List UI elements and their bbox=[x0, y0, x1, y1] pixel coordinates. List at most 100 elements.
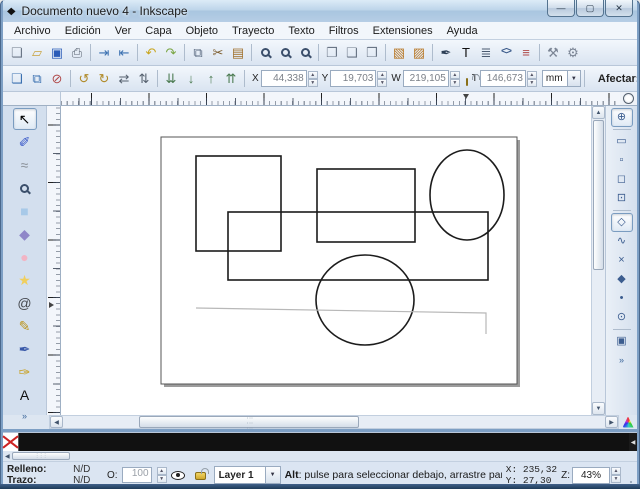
horizontal-scrollbar[interactable]: ◀ ▶ bbox=[49, 415, 619, 429]
zoom-drawing-icon[interactable] bbox=[275, 42, 295, 63]
paste-icon[interactable]: ▤ bbox=[228, 42, 248, 63]
menu-ver[interactable]: Ver bbox=[108, 24, 139, 38]
sticky-zoom-button[interactable] bbox=[620, 92, 637, 106]
vertical-scroll-thumb[interactable] bbox=[593, 120, 604, 270]
snap-bbox-icon[interactable]: ▭ bbox=[611, 132, 633, 151]
snap-cusp-nodes-icon[interactable]: ◆ bbox=[611, 270, 633, 289]
close-button[interactable]: ✕ bbox=[605, 0, 633, 17]
text-dialog-icon[interactable]: T bbox=[456, 42, 476, 63]
unlink-clone-icon[interactable]: ❒ bbox=[362, 42, 382, 63]
scroll-up-icon[interactable]: ▲ bbox=[592, 106, 605, 119]
x-input[interactable] bbox=[261, 70, 307, 87]
cms-toggle-icon[interactable] bbox=[623, 417, 634, 428]
xml-editor-icon[interactable]: <> bbox=[496, 42, 516, 63]
palette-scrollbar[interactable]: ◀ ⋮⋮⋮ bbox=[3, 451, 637, 461]
vertical-scrollbar[interactable]: ▲ ▼ bbox=[591, 106, 605, 415]
pencil-tool[interactable]: ✎ bbox=[13, 315, 37, 337]
palette-scroll-arrow-icon[interactable]: ◀ bbox=[629, 433, 637, 451]
layer-dropdown[interactable]: Layer 1 ▼ bbox=[214, 466, 281, 484]
canvas[interactable] bbox=[61, 106, 591, 415]
export-icon[interactable]: ⇤ bbox=[114, 42, 134, 63]
text-tool[interactable]: A bbox=[13, 384, 37, 406]
horizontal-ruler[interactable] bbox=[61, 92, 620, 106]
snap-midpoints-icon[interactable]: • bbox=[611, 289, 633, 308]
flip-horizontal-icon[interactable]: ⇄ bbox=[114, 68, 134, 89]
menu-ayuda[interactable]: Ayuda bbox=[440, 24, 485, 38]
layer-lock-icon[interactable] bbox=[195, 472, 206, 480]
zoom-selection-icon[interactable] bbox=[255, 42, 275, 63]
snap-bbox-centers-icon[interactable]: ⊡ bbox=[611, 189, 633, 208]
lock-ratio-icon[interactable] bbox=[466, 78, 468, 86]
calligraphy-tool[interactable]: ✑ bbox=[13, 361, 37, 383]
y-spinner[interactable]: ▲▼ bbox=[377, 71, 387, 87]
height-spinner[interactable]: ▲▼ bbox=[527, 71, 537, 87]
zoom-page-icon[interactable] bbox=[295, 42, 315, 63]
menu-extensiones[interactable]: Extensiones bbox=[366, 24, 440, 38]
rotate-cw-icon[interactable]: ↻ bbox=[94, 68, 114, 89]
vertical-ruler[interactable] bbox=[47, 106, 61, 415]
document-properties-icon[interactable]: ⚙ bbox=[563, 42, 583, 63]
palette-scroll-left-icon[interactable]: ◀ bbox=[5, 453, 10, 460]
toolbox-overflow-chevron[interactable]: » bbox=[22, 411, 27, 421]
snapbar-overflow-chevron[interactable]: » bbox=[619, 355, 624, 365]
menu-texto[interactable]: Texto bbox=[281, 24, 321, 38]
y-input[interactable] bbox=[330, 70, 376, 87]
3dbox-tool[interactable]: ◆ bbox=[13, 223, 37, 245]
scroll-right-icon[interactable]: ▶ bbox=[605, 416, 618, 428]
zoom-spinner[interactable]: ▲▼ bbox=[611, 467, 621, 483]
minimize-button[interactable]: — bbox=[547, 0, 575, 17]
snap-enable-icon[interactable]: ⊕ bbox=[611, 108, 633, 127]
zoom-input[interactable]: 43% bbox=[572, 467, 610, 484]
ungroup-icon[interactable]: ▨ bbox=[409, 42, 429, 63]
cut-icon[interactable]: ✂ bbox=[208, 42, 228, 63]
align-dialog-icon[interactable]: ≡ bbox=[516, 42, 536, 63]
import-icon[interactable]: ⇥ bbox=[94, 42, 114, 63]
raise-to-top-icon[interactable]: ⇈ bbox=[221, 68, 241, 89]
menu-trayecto[interactable]: Trayecto bbox=[225, 24, 281, 38]
node-tool[interactable]: ✐ bbox=[13, 131, 37, 153]
snap-nodes-icon[interactable]: ◇ bbox=[611, 213, 633, 232]
deselect-icon[interactable]: ⊘ bbox=[47, 68, 67, 89]
lower-icon[interactable]: ↓ bbox=[181, 68, 201, 89]
width-spinner[interactable]: ▲▼ bbox=[450, 71, 460, 87]
menu-objeto[interactable]: Objeto bbox=[179, 24, 225, 38]
maximize-button[interactable]: ▢ bbox=[576, 0, 604, 17]
open-document-icon[interactable]: ▱ bbox=[27, 42, 47, 63]
snap-page-border-icon[interactable]: ▣ bbox=[611, 332, 633, 351]
menu-filtros[interactable]: Filtros bbox=[322, 24, 366, 38]
raise-icon[interactable]: ↑ bbox=[201, 68, 221, 89]
snap-paths-icon[interactable]: ∿ bbox=[611, 232, 633, 251]
layers-dialog-icon[interactable]: ≣ bbox=[476, 42, 496, 63]
x-spinner[interactable]: ▲▼ bbox=[308, 71, 318, 87]
palette-scroll-thumb[interactable]: ⋮⋮⋮ bbox=[12, 452, 70, 460]
scroll-down-icon[interactable]: ▼ bbox=[592, 402, 605, 415]
ellipse-tool[interactable]: ● bbox=[13, 246, 37, 268]
select-all-icon[interactable]: ❏ bbox=[7, 68, 27, 89]
undo-icon[interactable]: ↶ bbox=[141, 42, 161, 63]
tweak-tool[interactable]: ≈ bbox=[13, 154, 37, 176]
unit-dropdown[interactable]: mm ▼ bbox=[542, 70, 581, 87]
flip-vertical-icon[interactable]: ⇅ bbox=[134, 68, 154, 89]
snap-centers-icon[interactable]: ⊙ bbox=[611, 308, 633, 327]
layer-dropdown-arrow-icon[interactable]: ▼ bbox=[266, 466, 281, 484]
selector-tool[interactable]: ↖ bbox=[13, 108, 37, 130]
create-clone-icon[interactable]: ❑ bbox=[342, 42, 362, 63]
opacity-input[interactable]: 100 bbox=[122, 467, 152, 483]
opacity-spinner[interactable]: ▲▼ bbox=[157, 467, 167, 483]
group-icon[interactable]: ▧ bbox=[389, 42, 409, 63]
redo-icon[interactable]: ↷ bbox=[161, 42, 181, 63]
zoom-tool[interactable] bbox=[13, 177, 37, 199]
rotate-ccw-icon[interactable]: ↺ bbox=[74, 68, 94, 89]
menu-edicion[interactable]: Edición bbox=[58, 24, 108, 38]
width-input[interactable] bbox=[403, 70, 449, 87]
preferences-icon[interactable]: ⚒ bbox=[543, 42, 563, 63]
copy-icon[interactable]: ⧉ bbox=[188, 42, 208, 63]
spiral-tool[interactable]: @ bbox=[13, 292, 37, 314]
unit-dropdown-arrow-icon[interactable]: ▼ bbox=[568, 70, 581, 87]
print-icon[interactable]: ⎙ bbox=[67, 42, 87, 63]
scroll-left-icon[interactable]: ◀ bbox=[50, 416, 63, 428]
star-tool[interactable]: ★ bbox=[13, 269, 37, 291]
snap-bbox-corners-icon[interactable]: ◻ bbox=[611, 170, 633, 189]
horizontal-scroll-thumb[interactable] bbox=[139, 416, 359, 428]
snap-bbox-edges-icon[interactable]: ▫ bbox=[611, 151, 633, 170]
